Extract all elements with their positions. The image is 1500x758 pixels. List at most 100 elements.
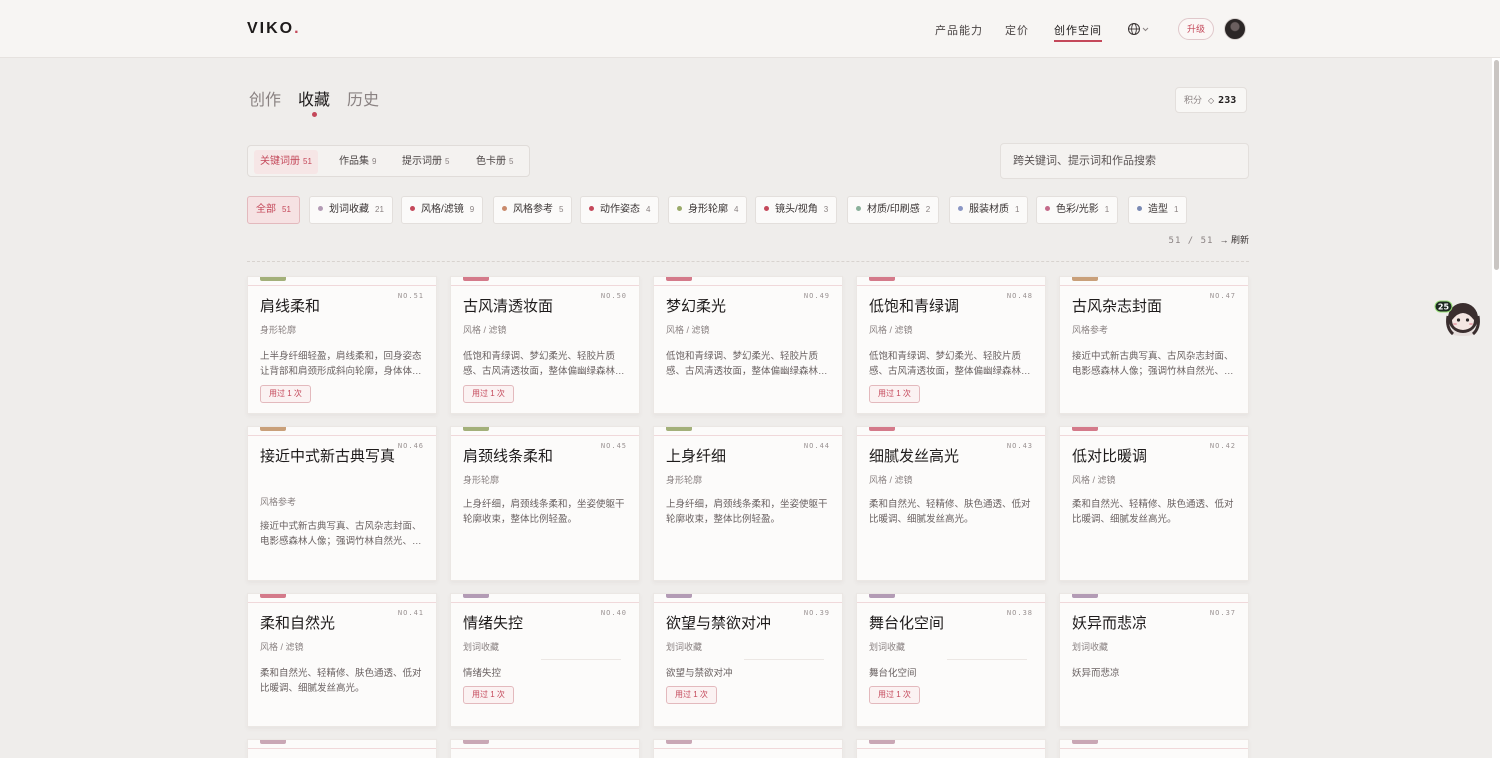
tab-favorites[interactable]: 收藏 (298, 86, 330, 117)
filter-chip[interactable]: 风格/滤镜 9 (401, 196, 484, 224)
keyword-card[interactable] (1059, 739, 1249, 758)
keyword-card[interactable]: NO.47 古风杂志封面 风格参考 接近中式新古典写真、古风杂志封面、电影感森林人像；… (1059, 276, 1249, 414)
nav-pricing[interactable]: 定价 (1005, 22, 1029, 38)
card-top-rule (654, 285, 842, 286)
filter-chip-all[interactable]: 全部 51 (247, 196, 300, 224)
subtab-label: 提示词册 (402, 156, 442, 167)
filter-chip[interactable]: 身形轮廓 4 (668, 196, 748, 224)
keyword-card[interactable]: NO.42 低对比暖调 风格 / 滤镜 柔和自然光、轻精修、肤色通透、低对比暖调、细腻… (1059, 426, 1249, 581)
chip-label: 划词收藏 (329, 204, 369, 215)
card-title: 妖异而悲凉 (1072, 614, 1148, 632)
tab-history[interactable]: 历史 (347, 86, 379, 110)
filter-chip[interactable]: 镜头/视角 3 (755, 196, 838, 224)
assistant-badge-count: 25 (1438, 303, 1450, 312)
card-number: NO.47 (1209, 292, 1236, 300)
keyword-card[interactable]: NO.39 欲望与禁欲对冲 划词收藏 欲望与禁欲对冲 用过 1 次 (653, 593, 843, 727)
filter-chip[interactable]: 材质/印刷感 2 (847, 196, 940, 224)
scrollbar-thumb[interactable] (1494, 60, 1499, 270)
card-category: 划词收藏 (463, 642, 500, 652)
category-color-tag (869, 740, 895, 744)
user-avatar[interactable] (1224, 18, 1246, 40)
category-color-tag (260, 427, 286, 431)
keyword-card[interactable]: NO.50 古风清透妆面 风格 / 滤镜 低饱和青绿调、梦幻柔光、轻胶片质感、古风清透… (450, 276, 640, 414)
card-number: NO.37 (1209, 609, 1236, 617)
card-top-rule (451, 602, 639, 603)
subtab-keywords[interactable]: 关键词册 51 (254, 150, 318, 174)
keyword-card[interactable]: NO.38 舞台化空间 划词收藏 舞台化空间 用过 1 次 (856, 593, 1046, 727)
chip-label: 动作姿态 (600, 204, 640, 215)
usage-badge: 用过 1 次 (463, 686, 514, 704)
category-dot (410, 206, 415, 211)
card-top-rule (654, 748, 842, 749)
card-number: NO.45 (600, 442, 627, 450)
chip-count: 1 (1174, 205, 1179, 214)
keyword-card[interactable]: NO.45 肩颈线条柔和 身形轮廓 上身纤细，肩颈线条柔和，坐姿使躯干轮廓收束，整体比… (450, 426, 640, 581)
nav-creative-space[interactable]: 创作空间 (1054, 22, 1102, 42)
category-color-tag (869, 594, 895, 598)
subtab-works[interactable]: 作品集 9 (333, 150, 382, 174)
card-number: NO.41 (397, 609, 424, 617)
category-color-tag (666, 740, 692, 744)
card-title: 舞台化空间 (869, 614, 945, 632)
filter-chip[interactable]: 动作姿态 4 (580, 196, 660, 224)
filter-chip[interactable]: 划词收藏 21 (309, 196, 393, 224)
keyword-card[interactable]: NO.37 妖异而悲凉 划词收藏 妖异而悲凉 (1059, 593, 1249, 727)
refresh-button[interactable]: → 刷新 (1219, 235, 1249, 245)
card-category: 身形轮廓 (463, 475, 500, 485)
card-top-rule (857, 748, 1045, 749)
category-color-tag (463, 277, 489, 281)
keyword-card[interactable]: NO.49 梦幻柔光 风格 / 滤镜 低饱和青绿调、梦幻柔光、轻胶片质感、古风清透妆面… (653, 276, 843, 414)
keyword-card[interactable]: NO.41 柔和自然光 风格 / 滤镜 柔和自然光、轻精修、肤色通透、低对比暖调、细腻… (247, 593, 437, 727)
keyword-card[interactable]: NO.43 细腻发丝高光 风格 / 滤镜 柔和自然光、轻精修、肤色通透、低对比暖调、细… (856, 426, 1046, 581)
brand-logo[interactable]: VIKO. (247, 20, 301, 38)
subtab-label: 关键词册 (260, 156, 300, 167)
category-color-tag (463, 594, 489, 598)
category-color-tag (666, 427, 692, 431)
card-top-rule (857, 435, 1045, 436)
filter-chip[interactable]: 造型 1 (1128, 196, 1188, 224)
keyword-card[interactable] (653, 739, 843, 758)
search-input[interactable] (1000, 143, 1249, 179)
globe-icon[interactable] (1127, 22, 1151, 36)
keyword-card[interactable]: NO.46 接近中式新古典写真 风格参考 接近中式新古典写真、古风杂志封面、电影感森林… (247, 426, 437, 581)
keyword-card[interactable] (450, 739, 640, 758)
usage-badge: 用过 1 次 (260, 385, 311, 403)
card-description: 上身纤细，肩颈线条柔和，坐姿使躯干轮廓收束，整体比例轻盈。 (463, 499, 625, 525)
card-description: 低饱和青绿调、梦幻柔光、轻胶片质感、古风清透妆面，整体偏幽绿森林… (463, 351, 625, 377)
card-title: 梦幻柔光 (666, 297, 727, 315)
assistant-floater[interactable]: 25 (1434, 296, 1484, 338)
chip-count: 21 (375, 205, 384, 214)
card-title: 接近中式新古典写真 (260, 447, 396, 465)
category-color-tag (1072, 277, 1098, 281)
filter-chip[interactable]: 色彩/光影 1 (1036, 196, 1119, 224)
category-dot (1045, 206, 1050, 211)
upgrade-button[interactable]: 升级 (1178, 18, 1214, 40)
keyword-card[interactable]: NO.51 肩线柔和 身形轮廓 上半身纤细轻盈，肩线柔和，回身姿态让背部和肩颈形成斜向… (247, 276, 437, 414)
chip-label: 造型 (1148, 204, 1168, 215)
keyword-card[interactable]: NO.44 上身纤细 身形轮廓 上身纤细，肩颈线条柔和，坐姿使躯干轮廓收束，整体比例轻… (653, 426, 843, 581)
result-count: 51 / 51 → 刷新 (1150, 233, 1249, 246)
card-divider (744, 659, 824, 660)
filter-chip[interactable]: 风格参考 5 (493, 196, 573, 224)
category-color-tag (463, 740, 489, 744)
usage-badge: 用过 1 次 (666, 686, 717, 704)
filter-chip[interactable]: 服装材质 1 (949, 196, 1029, 224)
keyword-card[interactable] (856, 739, 1046, 758)
card-top-rule (654, 602, 842, 603)
nav-product[interactable]: 产品能力 (935, 22, 983, 38)
subtab-swatches[interactable]: 色卡册 5 (470, 150, 519, 174)
keyword-card[interactable]: NO.48 低饱和青绿调 风格 / 滤镜 低饱和青绿调、梦幻柔光、轻胶片质感、古风清透… (856, 276, 1046, 414)
points-value: 233 (1218, 95, 1237, 106)
subtab-prompts[interactable]: 提示词册 5 (396, 150, 455, 174)
card-divider (541, 659, 621, 660)
category-color-tag (260, 277, 286, 281)
card-top-rule (248, 285, 436, 286)
keyword-card[interactable]: NO.40 情绪失控 划词收藏 情绪失控 用过 1 次 (450, 593, 640, 727)
card-category: 划词收藏 (1072, 642, 1109, 652)
category-color-tag (1072, 740, 1098, 744)
tab-create[interactable]: 创作 (249, 86, 281, 110)
keyword-card[interactable] (247, 739, 437, 758)
card-top-rule (1060, 435, 1248, 436)
card-top-rule (857, 285, 1045, 286)
brand-name: VIKO (247, 20, 295, 37)
